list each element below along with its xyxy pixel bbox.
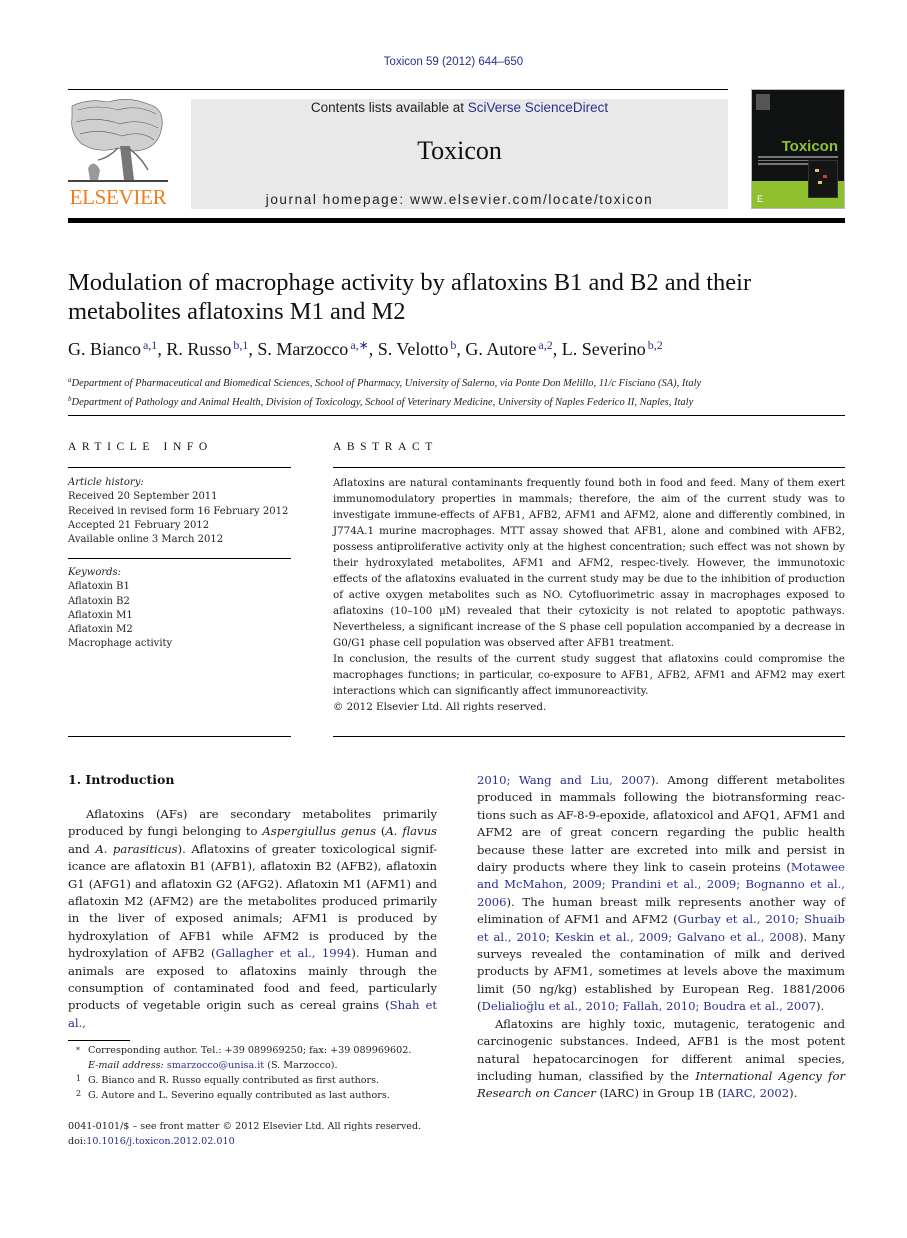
history-accepted: Accepted 21 February 2012 [68,519,210,531]
journal-citation-link[interactable]: Toxicon 59 (2012) 644–650 [384,56,523,68]
introduction-paragraph: Aflatoxins are highly toxic, mutagenic, … [477,1016,845,1103]
article-info-heading: ARTICLE INFO [68,441,213,453]
keyword: Aflatoxin M2 [68,624,133,636]
author-affiliation-marker[interactable]: a,1 [143,338,157,352]
footnote-mark: * [76,1046,80,1055]
header-top-rule [68,89,728,90]
article-history-label: Article history: [68,477,144,488]
citation-link[interactable]: Delialioğlu et al., 2010; Fallah, 2010; … [482,999,817,1013]
author-separator: , [552,339,562,359]
affiliation-rule [68,415,845,416]
author-name[interactable]: L. Severino [562,339,646,359]
affiliations: aDepartment of Pharmaceutical and Biomed… [68,373,848,410]
footnote-2: 2 G. Autore and L. Severino equally cont… [68,1088,440,1103]
keywords: Keywords: Aflatoxin B1 Aflatoxin B2 Afla… [68,566,292,652]
author-affiliation-marker[interactable]: b,2 [648,338,663,352]
history-revised: Received in revised form 16 February 201… [68,505,289,517]
elsevier-logo[interactable]: ELSEVIER [68,96,168,210]
text-run: ). Among different metabolites produced … [477,773,845,875]
journal-name: Toxicon [417,136,502,165]
author-name[interactable]: S. Marzocco [257,339,348,359]
author-affiliation-marker[interactable]: b,1 [233,338,248,352]
article-history: Article history: Received 20 September 2… [68,476,292,547]
abstract-copyright: © 2012 Elsevier Ltd. All rights reserved… [333,701,547,713]
elsevier-wordmark: ELSEVIER [69,185,167,209]
footnote-mark: 2 [76,1089,82,1098]
italic-term: A. flavus [385,824,437,839]
introduction-left-column: Aflatoxins (AFs) are secondary metabolit… [68,806,437,1032]
abstract-heading: ABSTRACT [333,441,438,453]
doi: doi:10.1016/j.toxicon.2012.02.010 [68,1136,235,1147]
author-separator: , [368,339,378,359]
introduction-right-column: 2010; Wang and Liu, 2007). Among differe… [477,772,845,1103]
corresponding-author-note: * Corresponding author. Tel.: +39 089969… [76,1045,412,1071]
contents-prefix: Contents lists available at [310,100,468,115]
author-separator: , [157,339,167,359]
article-info-rule [68,467,291,468]
keyword: Aflatoxin B2 [68,595,130,607]
footnote-mark: 1 [76,1074,82,1083]
citation-link[interactable]: 2010; Wang and Liu, 2007 [477,773,651,787]
introduction-paragraph: Aflatoxins (AFs) are secondary metabolit… [68,806,437,1032]
affiliation-b: bDepartment of Pathology and Animal Heal… [68,394,694,408]
keywords-rule [68,558,291,559]
history-received: Received 20 September 2011 [68,491,218,503]
keyword: Aflatoxin B1 [68,581,130,593]
cover-publisher-mark-icon: E [757,194,764,204]
footnote-rule [68,1040,130,1041]
citation-link[interactable]: IARC, 2002 [722,1086,789,1100]
keywords-label: Keywords: [68,567,122,578]
footnotes: * Corresponding author. Tel.: +39 089969… [68,1043,440,1103]
author-name[interactable]: G. Bianco [68,339,141,359]
sciencedirect-link[interactable]: SciVerse ScienceDirect [468,100,608,115]
article-info-bottom-rule [68,736,291,737]
header-thick-rule [68,218,845,223]
introduction-paragraph: 2010; Wang and Liu, 2007). Among differe… [477,772,845,1016]
keyword: Aflatoxin M1 [68,609,133,621]
history-online: Available online 3 March 2012 [68,534,224,546]
abstract-paragraph: In conclusion, the results of the curren… [333,653,845,697]
author-name[interactable]: S. Velotto [378,339,449,359]
text-run: and [68,841,96,856]
text-run: ). Aflatoxins of greater toxicological s… [68,841,437,961]
front-matter: 0041-0101/$ – see front matter © 2012 El… [68,1119,448,1149]
affiliation-a: aDepartment of Pharmaceutical and Biomed… [68,376,702,389]
author-list: G. Bianco a,1, R. Russo b,1, S. Marzocco a,… [68,338,848,360]
text-run: (IARC) in Group 1B ( [595,1086,723,1101]
article-title: Modulation of macrophage activity by afl… [68,269,752,325]
abstract-body: Aflatoxins are natural contaminants freq… [333,475,845,715]
footnote-1: 1 G. Bianco and R. Russo equally contrib… [68,1073,440,1088]
journal-masthead-band: Contents lists available at SciVerse Sci… [191,99,728,209]
cover-image [808,160,838,198]
journal-cover-thumbnail[interactable]: Toxicon E [751,89,845,209]
abstract-bottom-rule [333,736,845,737]
author-separator: , [248,339,258,359]
author-affiliation-marker[interactable]: a,2 [538,338,552,352]
citation-link[interactable]: Gallagher et al., 1994 [216,946,352,960]
author-affiliation-marker[interactable]: a,∗ [350,338,368,352]
text-run: ). [789,1086,798,1101]
front-matter-copyright: 0041-0101/$ – see front matter © 2012 El… [68,1121,422,1132]
doi-link[interactable]: 10.1016/j.toxicon.2012.02.010 [86,1136,234,1147]
abstract-paragraph: Aflatoxins are natural contaminants freq… [333,477,845,649]
abstract-rule [333,467,845,468]
email-link[interactable]: smarzocco@unisa.it [167,1060,264,1071]
cover-title: Toxicon [781,138,838,155]
elsevier-tree-icon [68,99,168,182]
journal-citation[interactable]: Toxicon 59 (2012) 644–650 [0,56,907,68]
italic-term: A. parasiticus [95,841,178,856]
contents-availability: Contents lists available at SciVerse Sci… [191,100,728,115]
journal-homepage[interactable]: journal homepage: www.elsevier.com/locat… [191,192,728,207]
introduction-heading: 1. Introduction [68,772,175,787]
email-label: E-mail address: [88,1060,167,1071]
cover-publisher-badge-icon [756,94,770,110]
author-name[interactable]: R. Russo [166,339,231,359]
keyword: Macrophage activity [68,638,173,650]
text-run: ). [816,999,825,1014]
author-name[interactable]: G. Autore [465,339,536,359]
italic-term: Aspergiullus genus [262,824,377,839]
